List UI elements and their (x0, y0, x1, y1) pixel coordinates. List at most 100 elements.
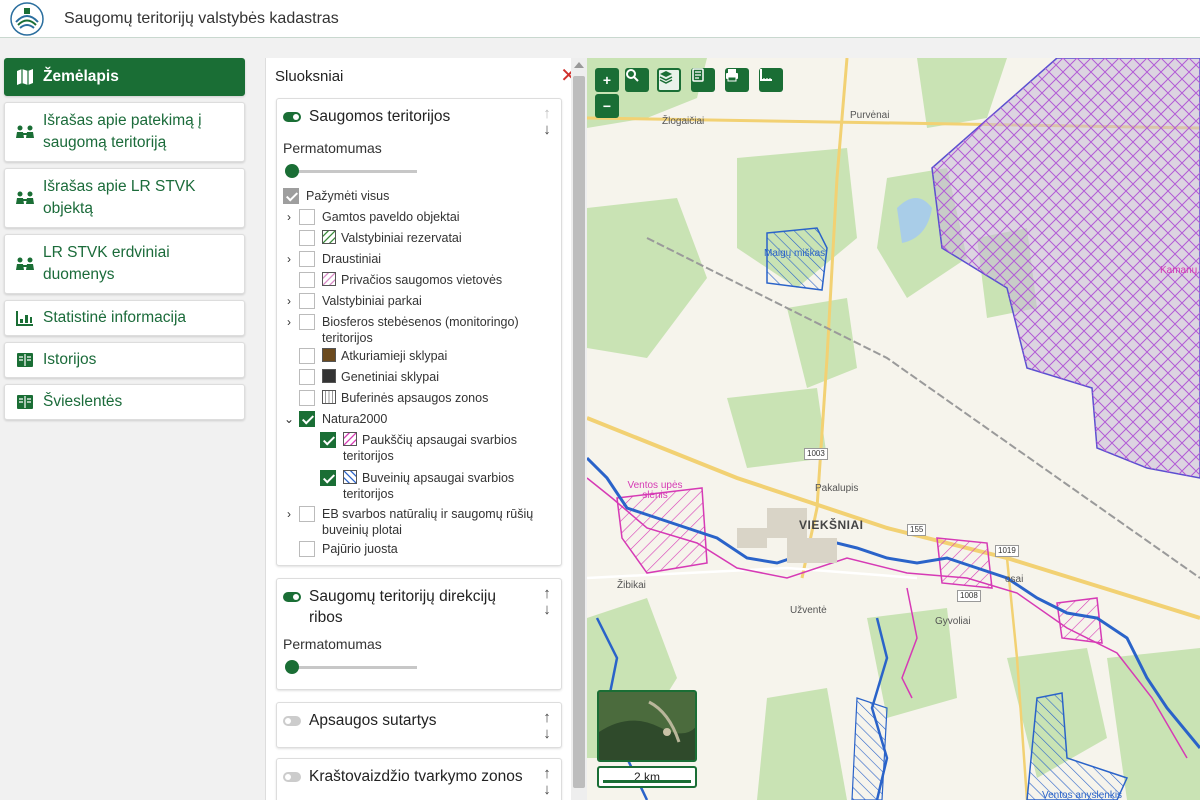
layer-row[interactable]: Buferinės apsaugos zonos (299, 390, 577, 406)
satellite-minimap[interactable] (597, 690, 697, 762)
slider-knob[interactable] (285, 164, 299, 178)
move-down-icon[interactable]: ↓ (543, 122, 551, 138)
layer-label: Biosferos stebėsenos (monitoringo) terit… (322, 315, 519, 345)
layer-toggle[interactable] (283, 772, 301, 782)
layer-row[interactable]: › Gamtos paveldo objektai (283, 209, 561, 225)
nav-item-stories[interactable]: Istorijos (4, 342, 245, 378)
layer-row[interactable]: › Valstybiniai parkai (283, 293, 561, 309)
zoom-out-button[interactable]: − (595, 94, 619, 118)
nav-item-entry-extract[interactable]: Išrašas apie patekimą į saugomą teritori… (4, 102, 245, 162)
print-icon (726, 69, 738, 82)
chart-icon (15, 309, 35, 327)
layer-row[interactable]: Valstybiniai rezervatai (299, 230, 577, 246)
layers-button[interactable] (657, 68, 681, 92)
scale-bar: 2 km (597, 766, 697, 788)
brown-swatch-icon (322, 348, 336, 362)
layer-toggle[interactable] (283, 112, 301, 122)
chevron-right-icon[interactable]: › (283, 314, 295, 330)
opacity-slider[interactable] (285, 164, 417, 178)
layer-row[interactable]: › Biosferos stebėsenos (monitoringo) ter… (283, 314, 561, 346)
nav-item-spatial-data[interactable]: LR STVK erdviniai duomenys (4, 234, 245, 294)
layer-checkbox[interactable] (299, 506, 315, 522)
map-view[interactable]: + − Žlogaičiai Purvėnai Maigų miškas Kam… (587, 58, 1200, 800)
legend-button[interactable] (691, 68, 715, 92)
nav-item-statistics[interactable]: Statistinė informacija (4, 300, 245, 336)
chevron-right-icon[interactable]: › (283, 506, 295, 522)
road-number: 1003 (804, 448, 828, 460)
opacity-slider[interactable] (285, 660, 417, 674)
move-up-icon[interactable]: ↑ (543, 710, 551, 726)
nav-item-dashboards[interactable]: Švieslentės (4, 384, 245, 420)
layer-toggle[interactable] (283, 592, 301, 602)
layer-row[interactable]: › Draustiniai (283, 251, 561, 267)
layer-label: Valstybiniai rezervatai (341, 231, 462, 245)
place-label: Pakalupis (815, 483, 859, 494)
layer-row[interactable]: Pajūrio juosta (299, 541, 577, 557)
select-all-checkbox[interactable] (283, 188, 299, 204)
layer-checkbox[interactable] (299, 251, 315, 267)
layer-label: Valstybiniai parkai (322, 294, 422, 308)
move-down-icon[interactable]: ↓ (543, 602, 551, 618)
layer-row[interactable]: Buveinių apsaugai svarbios teritorijos (320, 470, 587, 502)
opacity-label: Permatomumas (283, 636, 382, 652)
layers-icon (659, 71, 673, 84)
layer-checkbox[interactable] (299, 348, 315, 364)
layers-panel: Sluoksniai ✕ Saugomos teritorijos ↑ ↓ Pe… (265, 58, 587, 800)
book-icon (15, 351, 35, 369)
place-label: Purvėnai (850, 110, 890, 121)
zoom-in-button[interactable]: + (595, 68, 619, 92)
satellite-thumbnail (599, 692, 695, 760)
search-button[interactable] (625, 68, 649, 92)
measure-button[interactable] (759, 68, 783, 92)
layer-checkbox[interactable] (320, 432, 336, 448)
nav-item-object-extract[interactable]: Išrašas apie LR STVK objektą (4, 168, 245, 228)
cadastre-emblem-icon[interactable] (10, 1, 44, 36)
nav-item-map[interactable]: Žemėlapis (4, 58, 245, 96)
layer-checkbox[interactable] (320, 470, 336, 486)
layer-label: Gamtos paveldo objektai (322, 210, 460, 224)
move-down-icon[interactable]: ↓ (543, 782, 551, 798)
layer-label-text: Paukščių apsaugai svarbios teritorijos (343, 433, 517, 463)
chevron-right-icon[interactable]: › (283, 293, 295, 309)
people-icon (15, 255, 35, 273)
layer-checkbox[interactable] (299, 411, 315, 427)
move-up-icon[interactable]: ↑ (543, 586, 551, 602)
layer-label: Genetiniai sklypai (341, 370, 439, 384)
layer-checkbox[interactable] (299, 541, 315, 557)
print-button[interactable] (725, 68, 749, 92)
scroll-up-icon[interactable] (574, 62, 584, 68)
chevron-right-icon[interactable]: › (283, 251, 295, 267)
layer-checkbox[interactable] (299, 390, 315, 406)
move-up-icon[interactable]: ↑ (543, 106, 551, 122)
chevron-right-icon[interactable]: › (283, 209, 295, 225)
chevron-down-icon[interactable]: ⌄ (283, 411, 295, 427)
layer-checkbox[interactable] (299, 230, 315, 246)
area-label: Maigų miškas (764, 248, 826, 259)
measure-icon (760, 69, 772, 81)
layer-label: Draustiniai (322, 252, 382, 266)
layer-checkbox[interactable] (299, 369, 315, 385)
select-all-row[interactable]: Pažymėti visus (283, 188, 561, 204)
layer-row[interactable]: Paukščių apsaugai svarbios teritorijos (320, 432, 587, 464)
layer-row[interactable]: Privačios saugomos vietovės (299, 272, 577, 288)
layer-row[interactable]: › EB svarbos natūralių ir saugomų rūšių … (283, 506, 561, 538)
side-navigation: Žemėlapis Išrašas apie patekimą į saugom… (4, 58, 245, 426)
slider-knob[interactable] (285, 660, 299, 674)
map-canvas[interactable] (587, 58, 1200, 800)
layer-label: Buveinių apsaugai svarbios teritorijos (343, 470, 543, 502)
layer-toggle[interactable] (283, 716, 301, 726)
vertical-lines-swatch-icon (322, 390, 336, 404)
layer-card-protection-agreements: Apsaugos sutartys ↑ ↓ (276, 702, 562, 748)
layer-checkbox[interactable] (299, 314, 315, 330)
layer-checkbox[interactable] (299, 209, 315, 225)
layer-row[interactable]: ⌄ Natura2000 (283, 411, 561, 427)
layer-checkbox[interactable] (299, 272, 315, 288)
move-up-icon[interactable]: ↑ (543, 766, 551, 782)
move-down-icon[interactable]: ↓ (543, 726, 551, 742)
layer-checkbox[interactable] (299, 293, 315, 309)
book-icon (15, 393, 35, 411)
layers-scrollbar[interactable] (571, 58, 587, 800)
layer-row[interactable]: Genetiniai sklypai (299, 369, 577, 385)
layer-row[interactable]: Atkuriamieji sklypai (299, 348, 577, 364)
hatch-pink-swatch-icon (322, 272, 336, 286)
